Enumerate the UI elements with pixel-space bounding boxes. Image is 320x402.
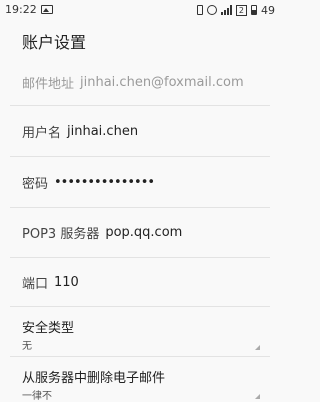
status-icons: 2 49 — [196, 3, 275, 17]
password-value: ••••••••••••••• — [54, 174, 155, 190]
username-value: jinhai.chen — [67, 123, 139, 139]
security-type-select[interactable]: 安全类型 无 — [10, 307, 270, 357]
port-field[interactable]: 端口 110 — [10, 258, 270, 307]
email-value: jinhai.chen@foxmail.com — [80, 75, 244, 90]
password-label: 密码 — [22, 176, 49, 192]
page-title: 账户设置 — [22, 33, 87, 52]
server-label: POP3 服务器 — [22, 227, 100, 242]
email-label: 邮件地址 — [22, 77, 75, 92]
battery-icon — [251, 5, 257, 15]
email-row: 邮件地址 jinhai.chen@foxmail.com — [10, 60, 270, 106]
battery-level: 49 — [261, 3, 275, 17]
username-field[interactable]: 用户名 jinhai.chen — [10, 106, 270, 157]
server-field[interactable]: POP3 服务器 pop.qq.com — [10, 208, 270, 258]
password-field[interactable]: 密码 ••••••••••••••• — [10, 157, 270, 208]
app-bar: 账户设置 — [0, 20, 281, 60]
signal-icon — [220, 5, 232, 15]
sim-badge: 2 — [235, 4, 247, 16]
delete-from-server-select[interactable]: 从服务器中删除电子邮件 一律不 — [10, 357, 270, 402]
status-time: 19:22 — [5, 3, 37, 16]
server-value: pop.qq.com — [105, 225, 183, 240]
vibrate-icon — [196, 5, 203, 15]
image-notification-icon — [41, 5, 53, 14]
security-value: 无 — [22, 341, 32, 352]
alarm-icon — [206, 5, 217, 15]
port-label: 端口 — [22, 276, 49, 292]
username-label: 用户名 — [22, 125, 62, 141]
delete-label: 从服务器中删除电子邮件 — [22, 371, 166, 386]
dropdown-corner-icon — [255, 345, 260, 350]
status-bar: 19:22 2 49 — [0, 0, 281, 20]
dropdown-corner-icon — [255, 394, 260, 399]
security-label: 安全类型 — [22, 321, 75, 336]
port-value: 110 — [54, 274, 79, 290]
